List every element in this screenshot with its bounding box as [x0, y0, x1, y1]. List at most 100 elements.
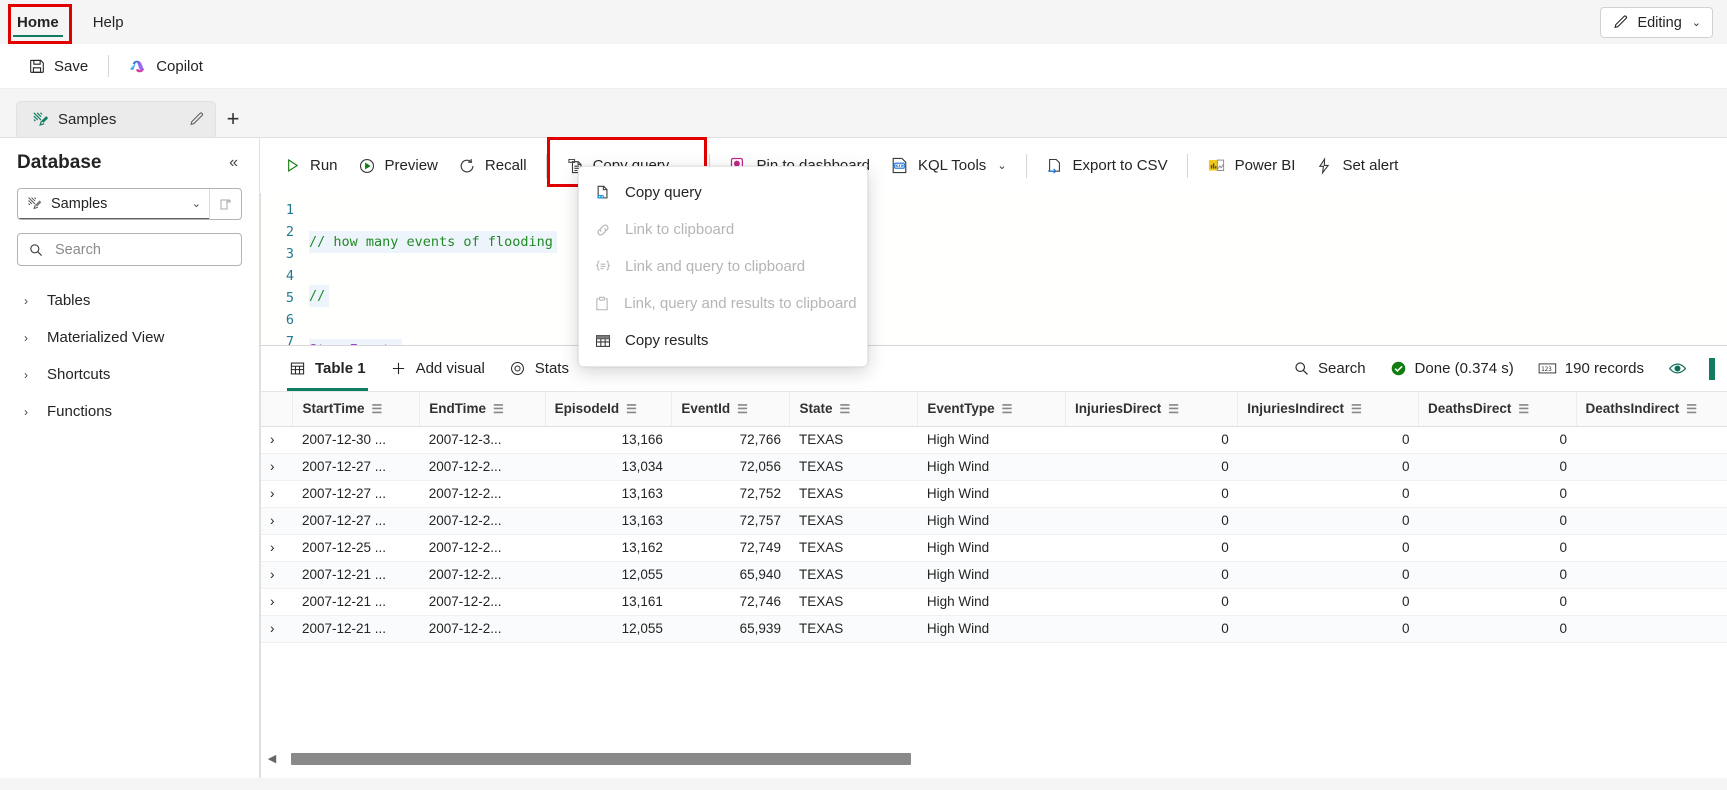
scrollbar-track[interactable] — [279, 752, 1723, 765]
open-database-in-new-tab-button[interactable] — [209, 189, 241, 219]
sidebar-item-functions[interactable]: › Functions — [17, 393, 242, 430]
plus-icon — [390, 360, 407, 377]
ribbon-tab-help[interactable]: Help — [76, 0, 141, 44]
sidebar-item-tables[interactable]: › Tables — [17, 282, 242, 319]
export-to-csv-button[interactable]: Export to CSV — [1036, 150, 1178, 182]
row-expand-button[interactable]: › — [261, 534, 293, 562]
column-menu-icon[interactable]: ☰ — [839, 402, 850, 416]
cell-injuriesdirect: 0 — [1065, 534, 1238, 562]
tab-stats[interactable]: Stats — [497, 346, 581, 391]
cell-endtime: 2007-12-2... — [419, 615, 546, 643]
collapse-sidebar-button[interactable]: « — [225, 152, 242, 174]
column-menu-icon[interactable]: ☰ — [1351, 402, 1362, 416]
column-menu-icon[interactable]: ☰ — [493, 402, 504, 416]
cell-injuriesindirect: 0 — [1237, 507, 1419, 535]
column-header-label: DeathsIndirect — [1585, 401, 1680, 417]
results-search-button[interactable]: Search — [1283, 354, 1376, 383]
cell-injuriesdirect: 0 — [1065, 588, 1238, 616]
copilot-button[interactable]: Copilot — [119, 51, 213, 82]
column-menu-icon[interactable]: ☰ — [1168, 402, 1179, 416]
table-icon — [289, 360, 306, 377]
rename-tab-pencil-icon[interactable] — [188, 111, 205, 128]
sidebar-item-materialized-view[interactable]: › Materialized View — [17, 319, 242, 356]
cell-state: TEXAS — [789, 588, 918, 616]
cell-eventid: 72,749 — [671, 534, 790, 562]
results-table-wrapper[interactable]: StartTime ☰ EndTime ☰ EpisodeId ☰ EventId ☰ … — [261, 392, 1727, 790]
page-bottom-strip — [0, 778, 1727, 790]
row-expand-button[interactable]: › — [261, 480, 293, 508]
sidebar-item-label: Shortcuts — [47, 366, 111, 383]
set-alert-button[interactable]: Set alert — [1305, 150, 1408, 182]
column-header-episodeid[interactable]: EpisodeId ☰ — [545, 392, 673, 427]
editing-mode-button[interactable]: Editing ⌄ — [1600, 7, 1713, 38]
tab-stats-label: Stats — [534, 360, 569, 377]
row-expand-button[interactable]: › — [261, 615, 293, 643]
column-header-eventtype[interactable]: EventType ☰ — [917, 392, 1066, 427]
cell-state: TEXAS — [789, 426, 918, 454]
search-input[interactable] — [53, 240, 244, 259]
horizontal-scrollbar[interactable]: ◀ — [261, 752, 1727, 765]
menu-item-copy-results[interactable]: Copy results — [579, 322, 867, 359]
column-header-endtime[interactable]: EndTime ☰ — [419, 392, 546, 427]
database-sidebar: Database « Samples ⌄ Search › Tables › M… — [0, 138, 260, 790]
scroll-left-arrow-icon[interactable]: ◀ — [265, 752, 279, 765]
column-menu-icon[interactable]: ☰ — [737, 402, 748, 416]
column-header-deathsdirect[interactable]: DeathsDirect ☰ — [1418, 392, 1577, 427]
sidebar-search-box[interactable] — [17, 233, 244, 266]
cell-episodeid: 13,161 — [545, 588, 672, 616]
row-expand-button[interactable]: › — [261, 426, 293, 454]
table-row[interactable]: › 2007-12-21 ... 2007-12-2... 13,161 72,… — [261, 588, 1727, 616]
run-button[interactable]: Run — [274, 150, 348, 181]
column-header-injuriesindirect[interactable]: InjuriesIndirect ☰ — [1237, 392, 1420, 427]
ribbon-tab-home[interactable]: Home — [0, 0, 76, 44]
table-row[interactable]: › 2007-12-21 ... 2007-12-2... 12,055 65,… — [261, 561, 1727, 589]
row-expand-button[interactable]: › — [261, 588, 293, 616]
scrollbar-thumb[interactable] — [291, 752, 911, 765]
add-tab-button[interactable]: + — [216, 101, 250, 137]
toggle-visibility-button[interactable] — [1658, 353, 1697, 384]
cell-injuriesdirect: 0 — [1065, 426, 1238, 454]
column-header-state[interactable]: State ☰ — [789, 392, 919, 427]
save-button[interactable]: Save — [18, 51, 98, 81]
database-picker[interactable]: Samples ⌄ — [17, 188, 242, 220]
cell-state: TEXAS — [789, 453, 918, 481]
cell-endtime: 2007-12-2... — [419, 534, 546, 562]
column-header-deathsindirect[interactable]: DeathsIndirect ☰ — [1576, 392, 1727, 427]
table-row[interactable]: › 2007-12-30 ... 2007-12-3... 13,166 72,… — [261, 426, 1727, 454]
column-header-label: DeathsDirect — [1428, 401, 1512, 417]
column-menu-icon[interactable]: ☰ — [1002, 402, 1013, 416]
preview-button[interactable]: Preview — [348, 150, 448, 182]
row-expand-button[interactable]: › — [261, 507, 293, 535]
table-row[interactable]: › 2007-12-27 ... 2007-12-2... 13,163 72,… — [261, 480, 1727, 508]
preview-label: Preview — [384, 157, 438, 174]
row-expand-button[interactable]: › — [261, 453, 293, 481]
cell-starttime: 2007-12-27 ... — [292, 507, 420, 535]
database-select[interactable]: Samples ⌄ — [18, 189, 209, 219]
column-header-label: InjuriesDirect — [1075, 401, 1162, 417]
menu-item-copy-query[interactable]: Copy query — [579, 174, 867, 211]
column-header-injuriesdirect[interactable]: InjuriesDirect ☰ — [1065, 392, 1239, 427]
recall-button[interactable]: Recall — [448, 150, 537, 182]
power-bi-button[interactable]: Power BI — [1197, 149, 1306, 182]
sidebar-item-shortcuts[interactable]: › Shortcuts — [17, 356, 242, 393]
editor-code[interactable]: // how many events of flooding // StormE… — [305, 199, 1727, 345]
record-count: 123 190 records — [1528, 354, 1654, 383]
kql-editor[interactable]: 1 2 3 4 5 6 7 // how many events of floo… — [260, 193, 1727, 345]
table-row[interactable]: › 2007-12-27 ... 2007-12-2... 13,034 72,… — [261, 453, 1727, 481]
column-menu-icon[interactable]: ☰ — [372, 402, 383, 416]
column-menu-icon[interactable]: ☰ — [1686, 402, 1697, 416]
column-menu-icon[interactable]: ☰ — [626, 402, 637, 416]
column-menu-icon[interactable]: ☰ — [1518, 402, 1529, 416]
document-tab-samples[interactable]: Samples — [16, 101, 216, 137]
table-row[interactable]: › 2007-12-27 ... 2007-12-2... 13,163 72,… — [261, 507, 1727, 535]
table-row[interactable]: › 2007-12-21 ... 2007-12-2... 12,055 65,… — [261, 615, 1727, 643]
table-row[interactable]: › 2007-12-25 ... 2007-12-2... 13,162 72,… — [261, 534, 1727, 562]
column-header-eventid[interactable]: EventId ☰ — [671, 392, 791, 427]
row-expand-button[interactable]: › — [261, 561, 293, 589]
cell-endtime: 2007-12-3... — [419, 426, 546, 454]
cell-deathsdirect: 0 — [1418, 615, 1576, 643]
tab-add-visual[interactable]: Add visual — [378, 346, 497, 391]
kql-tools-button[interactable]: KQL Tools ⌄ — [880, 149, 1017, 182]
tab-table-1[interactable]: Table 1 — [277, 346, 378, 391]
column-header-starttime[interactable]: StartTime ☰ — [292, 392, 421, 427]
